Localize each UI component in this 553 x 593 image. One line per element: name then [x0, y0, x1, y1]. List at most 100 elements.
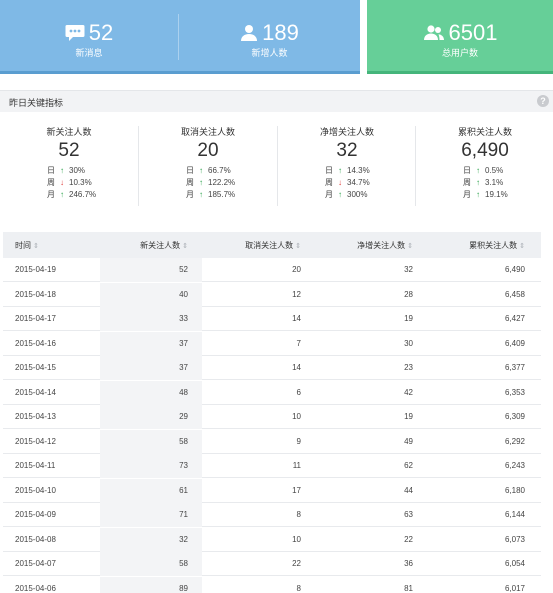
arrow-up-icon: ↑	[476, 178, 480, 187]
cell-net-follows: 81	[404, 583, 413, 593]
table-row: 2015-04-12 58 9 49 6,292	[3, 429, 541, 454]
cell-net-follows: 19	[404, 314, 413, 323]
cell-date: 2015-04-10	[15, 485, 56, 495]
metric-value: 32	[336, 140, 358, 161]
cell-unfollows: 14	[292, 363, 301, 372]
total-users-label: 总用户数	[441, 48, 478, 58]
cell-date: 2015-04-06	[15, 583, 56, 593]
arrow-up-icon: ↑	[60, 166, 64, 175]
cell-date: 2015-04-12	[15, 436, 56, 446]
cell-new-follows: 73	[179, 461, 188, 470]
summary-cards: 52 新消息 189 新增人数 6501 总用户数	[0, 0, 553, 78]
arrow-down-icon: ↓	[60, 178, 64, 187]
sort-icon: ⇕	[519, 243, 525, 250]
cell-net-follows: 23	[404, 363, 413, 372]
cell-unfollows: 10	[292, 534, 301, 544]
cell-unfollows: 22	[292, 559, 301, 568]
cell-net-follows: 63	[404, 510, 413, 519]
arrow-up-icon: ↑	[199, 178, 203, 187]
panel-title: 昨日关键指标	[9, 98, 64, 108]
cell-unfollows: 14	[292, 314, 301, 323]
table-row: 2015-04-08 32 10 22 6,073	[3, 527, 541, 552]
cell-unfollows: 17	[292, 485, 301, 495]
metric-value: 6,490	[461, 140, 509, 161]
col-header-date[interactable]: 时间 ⇕	[15, 240, 39, 251]
help-icon[interactable]: ?	[537, 95, 549, 107]
col-header-cumulative[interactable]: 累积关注人数 ⇕	[469, 240, 525, 251]
users-icon	[423, 24, 445, 42]
cell-new-follows: 32	[179, 534, 188, 544]
sort-icon: ⇕	[295, 243, 301, 250]
table-header: 时间 ⇕ 新关注人数 ⇕ 取消关注人数 ⇕ 净增关注人数 ⇕ 累积关注人数 ⇕	[3, 232, 541, 258]
cell-new-follows: 33	[179, 314, 188, 323]
cell-new-follows: 40	[179, 289, 188, 299]
cell-new-follows: 52	[179, 265, 188, 274]
key-metrics-header: 昨日关键指标 ?	[0, 90, 553, 112]
cell-unfollows: 20	[292, 265, 301, 274]
table-row: 2015-04-09 71 8 63 6,144	[3, 503, 541, 527]
arrow-down-icon: ↓	[338, 178, 342, 187]
metric-new-follows: 新关注人数 52 日 ↑ 30% 周 ↓ 10.3% 月 ↑ 246.7%	[0, 118, 138, 210]
table-row: 2015-04-17 33 14 19 6,427	[3, 307, 541, 331]
new-messages-count: 52	[88, 20, 114, 45]
metric-net-follows: 净增关注人数 32 日 ↑ 14.3% 周 ↓ 34.7% 月 ↑ 300%	[278, 118, 416, 210]
cell-net-follows: 22	[404, 534, 413, 544]
metric-unfollows: 取消关注人数 20 日 ↑ 66.7% 周 ↑ 122.2% 月 ↑ 185.7%	[139, 118, 277, 210]
cell-date: 2015-04-17	[15, 314, 56, 323]
metric-label: 新关注人数	[46, 127, 92, 137]
cell-date: 2015-04-19	[15, 265, 56, 274]
arrow-up-icon: ↑	[199, 166, 203, 175]
sort-icon: ⇕	[407, 243, 413, 250]
cell-unfollows: 12	[292, 289, 301, 299]
sort-icon: ⇕	[33, 243, 39, 250]
metric-cumulative-follows: 累积关注人数 6,490 日 ↑ 0.5% 周 ↑ 3.1% 月 ↑ 19.1%	[416, 118, 553, 210]
col-header-new-follows[interactable]: 新关注人数 ⇕	[140, 240, 188, 251]
cell-cumulative: 6,409	[504, 338, 525, 348]
cell-net-follows: 28	[404, 289, 413, 299]
total-users-stat[interactable]: 6501 总用户数	[367, 0, 553, 74]
cell-cumulative: 6,309	[504, 412, 525, 421]
table-row: 2015-04-14 48 6 42 6,353	[3, 380, 541, 405]
cell-cumulative: 6,292	[504, 436, 525, 446]
cell-unfollows: 8	[296, 510, 301, 519]
cell-cumulative: 6,017	[504, 583, 525, 593]
new-messages-label: 新消息	[75, 48, 103, 58]
col-header-unfollows[interactable]: 取消关注人数 ⇕	[245, 240, 301, 251]
total-users-count: 6501	[448, 20, 498, 45]
cell-date: 2015-04-14	[15, 387, 56, 397]
cell-new-follows: 71	[179, 510, 188, 519]
user-icon	[240, 24, 258, 42]
metric-label: 取消关注人数	[180, 127, 235, 137]
cell-unfollows: 8	[296, 583, 301, 593]
arrow-up-icon: ↑	[199, 190, 203, 199]
metric-label: 累积关注人数	[457, 127, 512, 137]
cell-net-follows: 30	[404, 338, 413, 348]
table-row: 2015-04-18 40 12 28 6,458	[3, 282, 541, 307]
new-users-label: 新增人数	[251, 48, 288, 58]
col-header-net-follows[interactable]: 净增关注人数 ⇕	[357, 240, 413, 251]
new-users-stat[interactable]: 189 新增人数	[179, 0, 360, 74]
cell-date: 2015-04-11	[15, 461, 56, 470]
cell-cumulative: 6,054	[504, 559, 525, 568]
arrow-up-icon: ↑	[476, 190, 480, 199]
cell-cumulative: 6,243	[504, 461, 525, 470]
metric-label: 净增关注人数	[319, 127, 374, 137]
metric-changes: 日 ↑ 30% 周 ↓ 10.3% 月 ↑ 246.7%	[47, 166, 97, 199]
cell-new-follows: 29	[179, 412, 188, 421]
arrow-up-icon: ↑	[476, 166, 480, 175]
arrow-up-icon: ↑	[338, 190, 342, 199]
new-users-count: 189	[262, 20, 299, 45]
cell-new-follows: 61	[179, 485, 188, 495]
table-row: 2015-04-07 58 22 36 6,054	[3, 552, 541, 576]
arrow-up-icon: ↑	[60, 190, 64, 199]
cell-cumulative: 6,377	[504, 363, 525, 372]
sort-icon: ⇕	[182, 243, 188, 250]
new-messages-stat[interactable]: 52 新消息	[0, 0, 178, 74]
table-row: 2015-04-06 89 8 81 6,017	[3, 576, 541, 593]
table-row: 2015-04-10 61 17 44 6,180	[3, 478, 541, 503]
cell-net-follows: 62	[404, 461, 413, 470]
table-row: 2015-04-13 29 10 19 6,309	[3, 405, 541, 429]
cell-cumulative: 6,073	[504, 534, 525, 544]
cell-unfollows: 10	[292, 412, 301, 421]
cell-new-follows: 37	[179, 363, 188, 372]
